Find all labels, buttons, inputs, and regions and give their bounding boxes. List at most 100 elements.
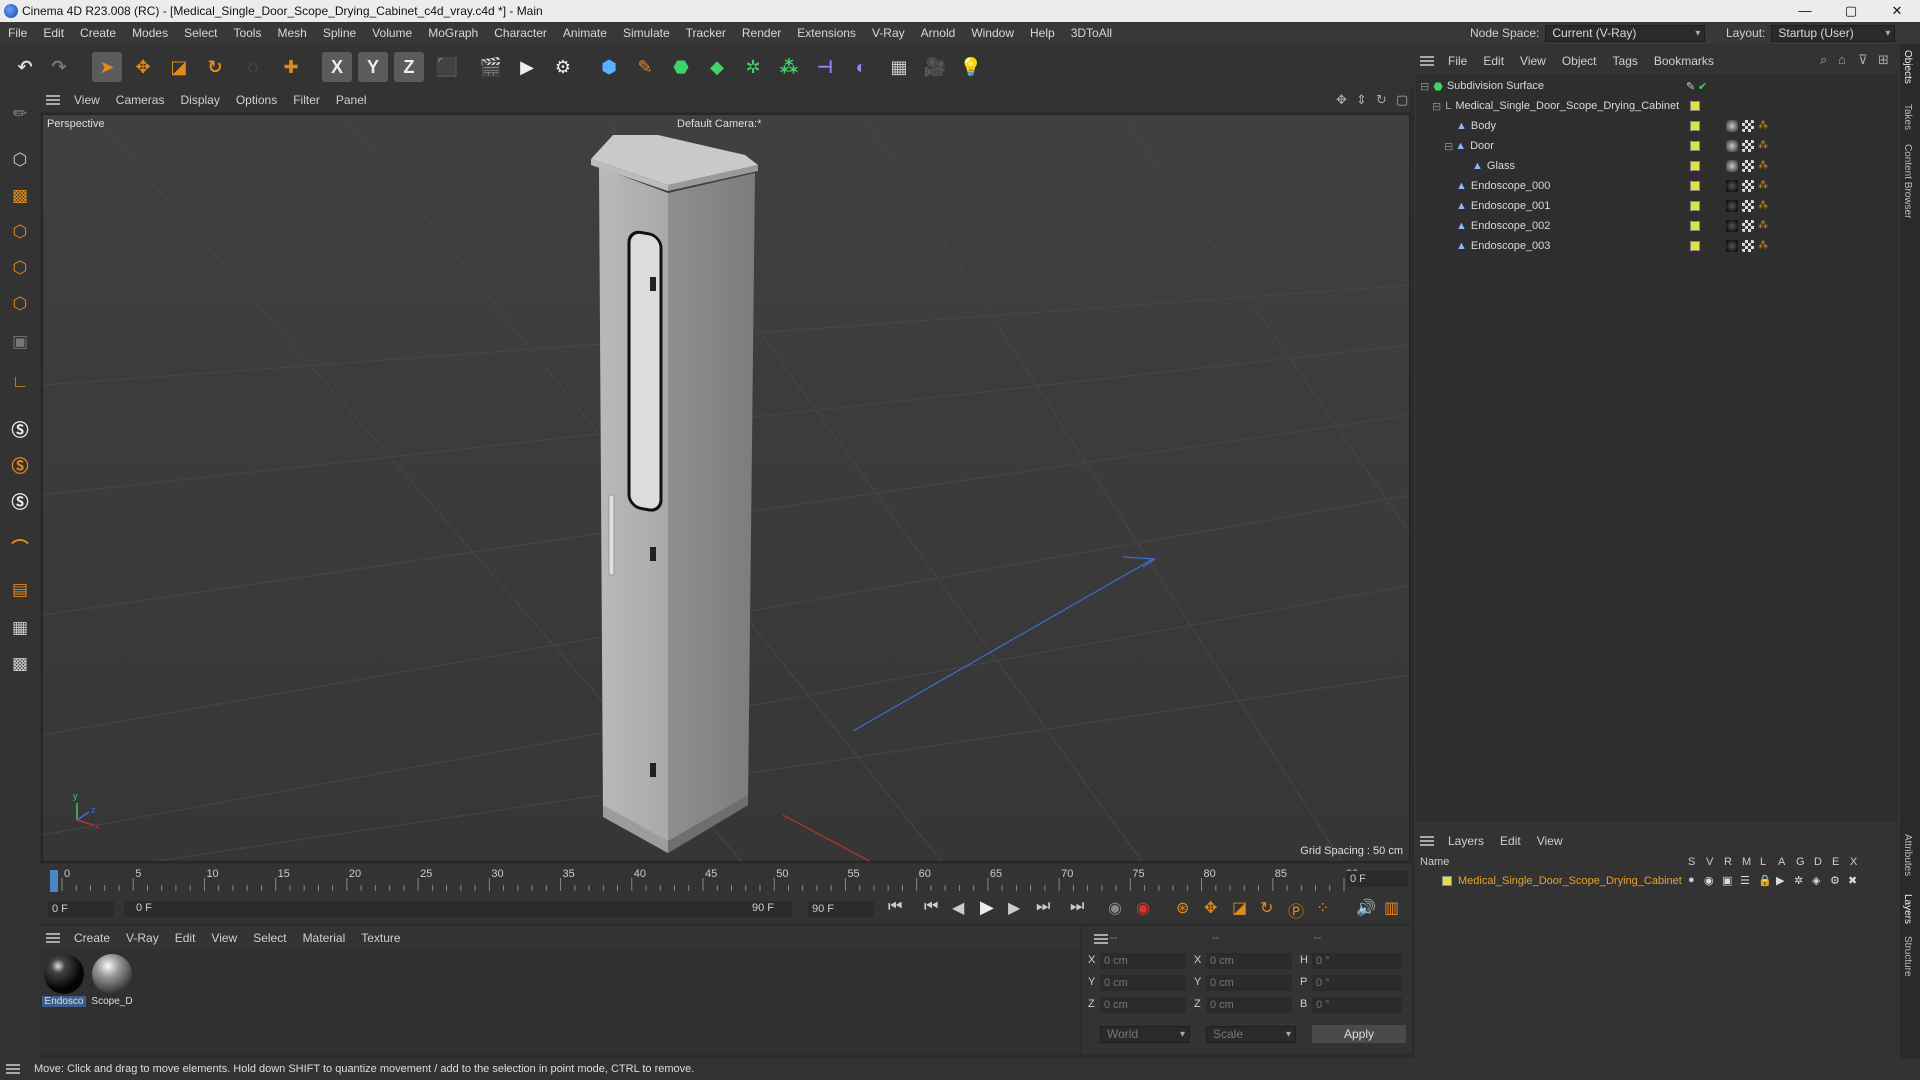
timeline-layout-icon[interactable]: ▥ <box>1384 898 1399 918</box>
layer-color-icon[interactable] <box>1690 241 1700 251</box>
menu-help[interactable]: Help <box>1022 26 1063 40</box>
key-scale-icon[interactable]: ◪ <box>1232 898 1247 918</box>
layer-xref-icon[interactable]: ✖ <box>1848 874 1857 887</box>
material-tag-icon[interactable] <box>1726 220 1738 232</box>
layer-expression-icon[interactable]: ⚙ <box>1830 874 1840 887</box>
previous-key-icon[interactable]: ⏮ <box>924 898 938 916</box>
selection-tag-icon[interactable]: ⁂ <box>1758 160 1770 172</box>
object-menu-edit[interactable]: Edit <box>1475 54 1512 68</box>
light-icon[interactable]: 💡 <box>956 52 986 82</box>
enabled-check-icon[interactable]: ✔ <box>1698 80 1707 93</box>
layer-color-icon[interactable] <box>1690 161 1700 171</box>
tab-layers[interactable]: Layers <box>1902 894 1913 924</box>
size-y-field[interactable]: 0 cm <box>1206 975 1292 991</box>
tab-structure[interactable]: Structure <box>1902 936 1913 977</box>
material-scope-d[interactable]: Scope_D <box>90 954 134 1007</box>
layer-render-icon[interactable]: ▣ <box>1722 874 1732 887</box>
axis-mode-icon[interactable]: ∟ <box>4 366 36 398</box>
rot-b-field[interactable]: 0 ° <box>1312 997 1402 1013</box>
node-space-dropdown[interactable]: Current (V-Ray) <box>1545 24 1706 42</box>
layer-manager-icon[interactable]: ☰ <box>1740 874 1750 887</box>
layer-color-icon[interactable] <box>1690 201 1700 211</box>
coords-hamburger-icon[interactable] <box>1094 934 1108 944</box>
pos-z-field[interactable]: 0 cm <box>1100 997 1186 1013</box>
uvw-tag-icon[interactable] <box>1742 180 1754 192</box>
viewport-view-name[interactable]: Perspective <box>47 118 104 130</box>
auto-key-icon[interactable]: ◉ <box>1136 898 1150 918</box>
add-icon[interactable]: ✚ <box>276 52 306 82</box>
key-rotation-icon[interactable]: ↻ <box>1260 898 1273 918</box>
menu-extensions[interactable]: Extensions <box>789 26 864 40</box>
timeline-ruler[interactable]: 051015202530354045505560657075808590 0 F <box>40 864 1412 894</box>
frame-range-slider[interactable]: 0 F 90 F <box>124 901 792 917</box>
menu-mograph[interactable]: MoGraph <box>420 26 486 40</box>
menu-3dtoall[interactable]: 3DToAll <box>1063 26 1120 40</box>
field-icon[interactable]: ◐ <box>846 52 876 82</box>
selection-tag-icon[interactable]: ⁂ <box>1758 120 1770 132</box>
layer-menu-edit[interactable]: Edit <box>1492 834 1529 848</box>
menu-window[interactable]: Window <box>963 26 1022 40</box>
coord-mode-dropdown[interactable]: Scale <box>1206 1026 1296 1043</box>
go-to-end-icon[interactable]: ⏭ <box>1070 898 1084 916</box>
menu-modes[interactable]: Modes <box>124 26 176 40</box>
viewport-zoom-icon[interactable]: ⇕ <box>1356 92 1367 108</box>
material-menu-vray[interactable]: V-Ray <box>118 931 167 945</box>
z-axis-icon[interactable]: Z <box>394 52 424 82</box>
go-to-start-icon[interactable]: ⏮ <box>888 898 902 916</box>
close-button[interactable]: ✕ <box>1874 0 1920 22</box>
menu-simulate[interactable]: Simulate <box>615 26 678 40</box>
viewport-menu-filter[interactable]: Filter <box>285 93 328 107</box>
object-hamburger-icon[interactable] <box>1420 56 1434 66</box>
layer-color-icon[interactable] <box>1690 101 1700 111</box>
polygon-mode-icon[interactable]: ⬡ <box>4 288 36 320</box>
material-menu-select[interactable]: Select <box>245 931 294 945</box>
layer-menu-layers[interactable]: Layers <box>1440 834 1492 848</box>
object-menu-object[interactable]: Object <box>1554 54 1605 68</box>
magnet-icon[interactable]: ⌒ <box>4 530 36 562</box>
layer-color-icon[interactable] <box>1690 141 1700 151</box>
material-tag-icon[interactable] <box>1726 240 1738 252</box>
material-menu-edit[interactable]: Edit <box>167 931 204 945</box>
layer-animation-icon[interactable]: ▶ <box>1776 874 1784 887</box>
material-tag-icon[interactable] <box>1726 180 1738 192</box>
x-axis-icon[interactable]: X <box>322 52 352 82</box>
object-row-subdivision-surface[interactable]: ⊟ ⬣ Subdivision Surface ✎ ✔ <box>1416 76 1898 96</box>
tab-content-browser[interactable]: Content Browser <box>1902 144 1913 218</box>
pen-icon[interactable]: ✎ <box>630 52 660 82</box>
cloner-icon[interactable]: ✲ <box>738 52 768 82</box>
coord-space-dropdown[interactable]: World <box>1100 1026 1190 1043</box>
texture-mode-icon[interactable]: ▩ <box>4 180 36 212</box>
menu-arnold[interactable]: Arnold <box>913 26 964 40</box>
menu-create[interactable]: Create <box>72 26 124 40</box>
coord-system-icon[interactable]: ⬛ <box>432 52 462 82</box>
apply-button[interactable]: Apply <box>1312 1025 1406 1043</box>
key-parameter-icon[interactable]: Ⓟ <box>1288 898 1304 922</box>
viewport-menu-cameras[interactable]: Cameras <box>108 93 173 107</box>
uvw-tag-icon[interactable] <box>1742 220 1754 232</box>
edit-toggle-icon[interactable]: ✎ <box>1686 80 1695 93</box>
object-row-cabinet[interactable]: ⊟ L Medical_Single_Door_Scope_Drying_Cab… <box>1416 96 1898 116</box>
layer-hamburger-icon[interactable] <box>1420 836 1434 846</box>
layer-deformer-icon[interactable]: ◈ <box>1812 874 1820 887</box>
key-position-icon[interactable]: ✥ <box>1204 898 1217 918</box>
object-row-endoscope-003[interactable]: ▲ Endoscope_003 ⁂ <box>1416 236 1898 256</box>
subdivision-icon[interactable]: ⬣ <box>666 52 696 82</box>
object-menu-view[interactable]: View <box>1512 54 1554 68</box>
size-x-field[interactable]: 0 cm <box>1206 953 1292 969</box>
viewport-menu-options[interactable]: Options <box>228 93 285 107</box>
menu-spline[interactable]: Spline <box>315 26 364 40</box>
previous-frame-icon[interactable]: ◀ <box>952 898 964 918</box>
key-selection-icon[interactable]: ⊛ <box>1176 898 1189 918</box>
workplane-icon[interactable]: ▤ <box>4 574 36 606</box>
layer-lock-icon[interactable]: 🔒 <box>1758 874 1772 887</box>
material-tag-icon[interactable] <box>1726 200 1738 212</box>
menu-character[interactable]: Character <box>486 26 555 40</box>
cube-icon[interactable]: ⬢ <box>594 52 624 82</box>
layer-color-icon[interactable] <box>1690 121 1700 131</box>
key-pla-icon[interactable]: ⁘ <box>1316 898 1329 918</box>
menu-animate[interactable]: Animate <box>555 26 615 40</box>
instance-icon[interactable]: ⁂ <box>774 52 804 82</box>
viewport-move-icon[interactable]: ✥ <box>1336 92 1347 108</box>
material-tag-icon[interactable] <box>1726 160 1738 172</box>
menu-render[interactable]: Render <box>734 26 789 40</box>
